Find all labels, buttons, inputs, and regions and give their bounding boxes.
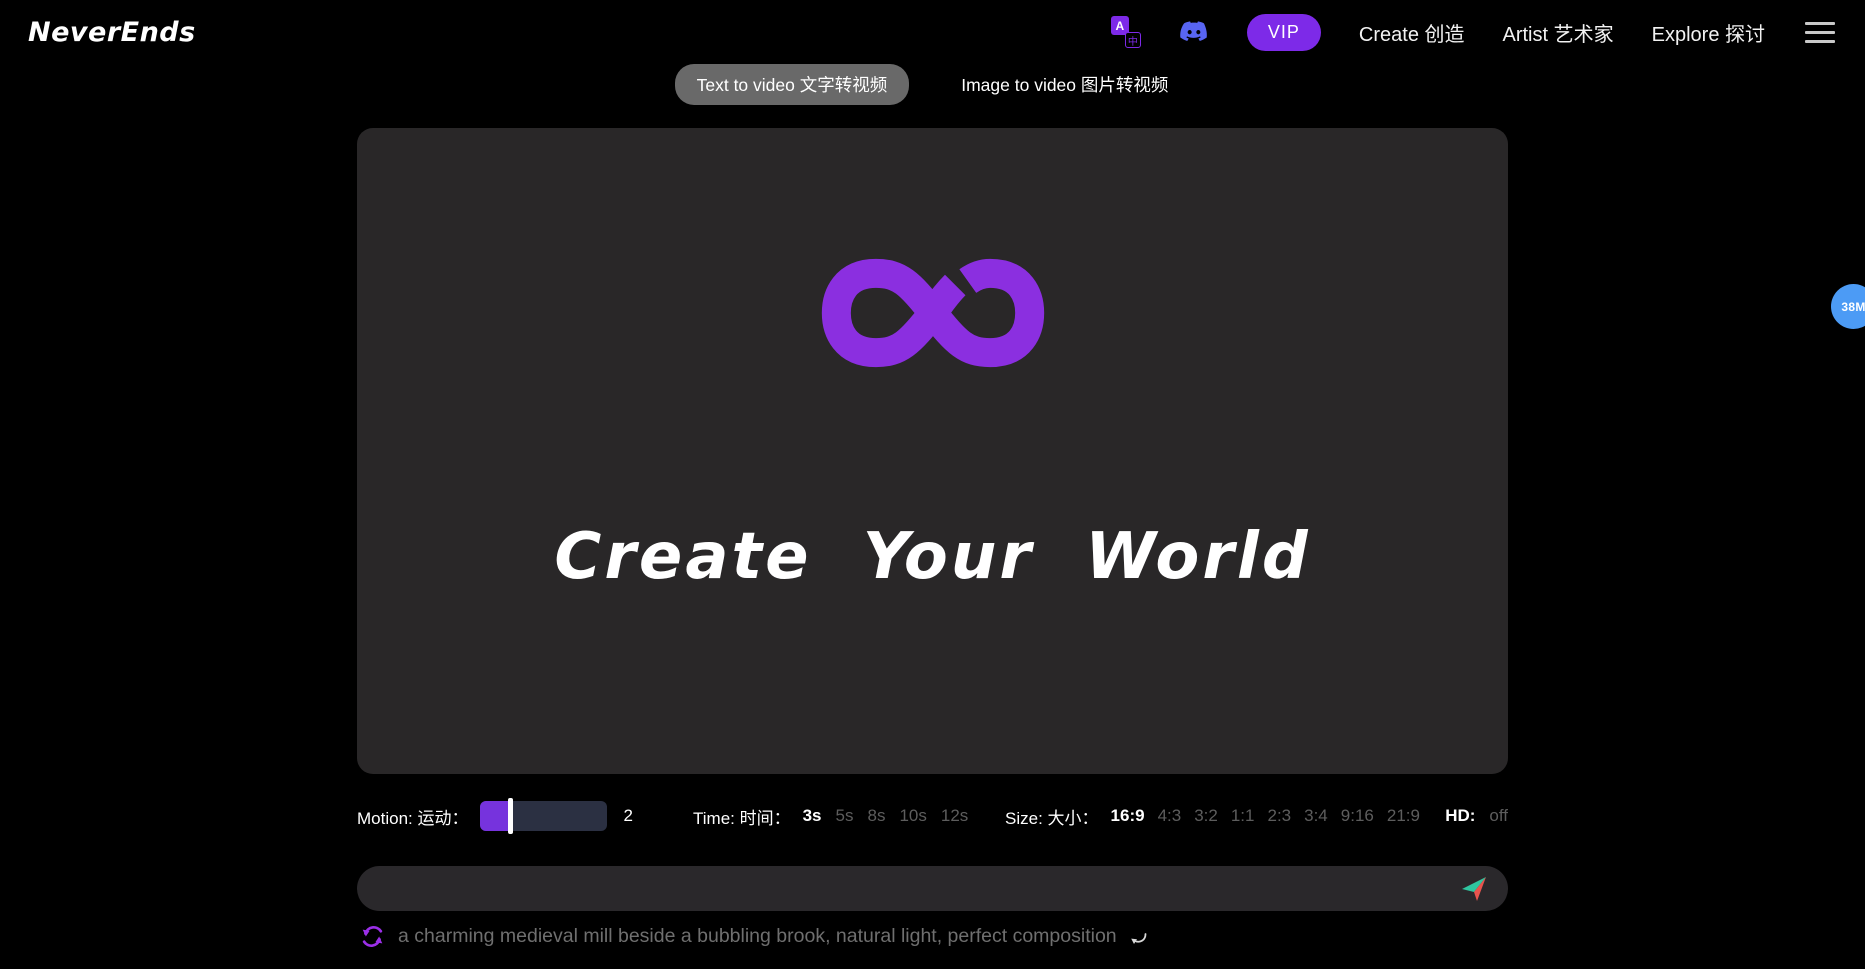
- prompt-bar: [357, 866, 1508, 911]
- size-label: Size: 大小：: [1005, 804, 1099, 829]
- motion-slider-fill: [480, 801, 510, 831]
- size-options: 16:9 4:3 3:2 1:1 2:3 3:4 9:16 21:9: [1111, 806, 1420, 826]
- nav-item-explore[interactable]: Explore 探讨: [1652, 18, 1765, 47]
- send-button[interactable]: [1456, 871, 1492, 907]
- discord-icon-glyph: [1179, 20, 1209, 44]
- time-option-12s[interactable]: 12s: [941, 806, 968, 826]
- nav-item-create[interactable]: Create 创造: [1359, 18, 1465, 47]
- size-option-2-3[interactable]: 2:3: [1267, 806, 1291, 826]
- infinity-icon: [817, 250, 1049, 381]
- prompt-suggestion-row: a charming medieval mill beside a bubbli…: [360, 919, 1148, 953]
- motion-value: 2: [623, 806, 632, 826]
- size-option-9-16[interactable]: 9:16: [1341, 806, 1374, 826]
- time-options: 3s 5s 8s 10s 12s: [803, 806, 969, 826]
- vip-button[interactable]: VIP: [1247, 14, 1321, 51]
- size-option-3-4[interactable]: 3:4: [1304, 806, 1328, 826]
- discord-icon[interactable]: [1179, 20, 1209, 44]
- nav-group: A 中 VIP Create 创造 Artist 艺术家 Explore 探讨: [1111, 14, 1837, 51]
- size-option-21-9[interactable]: 21:9: [1387, 806, 1420, 826]
- hd-toggle[interactable]: off: [1489, 806, 1508, 826]
- size-option-1-1[interactable]: 1:1: [1231, 806, 1255, 826]
- paper-plane-icon: [1458, 873, 1490, 905]
- time-option-5s[interactable]: 5s: [836, 806, 854, 826]
- brand-logo[interactable]: NeverEnds: [28, 17, 196, 48]
- top-nav: NeverEnds A 中 VIP Create 创造 Artist 艺术家 E…: [0, 0, 1865, 64]
- size-option-3-2[interactable]: 3:2: [1194, 806, 1218, 826]
- generation-controls: Motion: 运动： 2 Time: 时间： 3s 5s 8s 10s 12s…: [357, 799, 1508, 833]
- translate-icon[interactable]: A 中: [1111, 16, 1141, 48]
- time-option-10s[interactable]: 10s: [899, 806, 926, 826]
- curved-arrow-icon: [1130, 933, 1148, 946]
- tab-image-to-video[interactable]: Image to video 图片转视频: [939, 64, 1190, 105]
- motion-slider-thumb[interactable]: [508, 798, 513, 834]
- time-option-8s[interactable]: 8s: [867, 806, 885, 826]
- size-option-16-9[interactable]: 16:9: [1111, 806, 1145, 826]
- size-option-4-3[interactable]: 4:3: [1158, 806, 1182, 826]
- motion-control: Motion: 运动： 2: [357, 799, 633, 833]
- size-control: Size: 大小： 16:9 4:3 3:2 1:1 2:3 3:4 9:16 …: [1005, 799, 1420, 833]
- time-control: Time: 时间： 3s 5s 8s 10s 12s: [693, 799, 968, 833]
- time-label: Time: 时间：: [693, 804, 791, 829]
- motion-label: Motion: 运动：: [357, 804, 468, 829]
- motion-slider[interactable]: [480, 801, 607, 831]
- translate-cjk-letter: 中: [1125, 32, 1141, 48]
- video-preview-canvas: Create Your World: [357, 128, 1508, 774]
- nav-item-artist[interactable]: Artist 艺术家: [1503, 18, 1614, 47]
- time-option-3s[interactable]: 3s: [803, 806, 822, 826]
- member-count-badge[interactable]: 38M: [1831, 284, 1865, 329]
- canvas-slogan: Create Your World: [357, 520, 1508, 594]
- prompt-suggestion-text[interactable]: a charming medieval mill beside a bubbli…: [398, 925, 1117, 948]
- hd-label: HD:: [1445, 806, 1475, 826]
- refresh-icon[interactable]: [360, 924, 385, 949]
- hd-control: HD: off: [1445, 799, 1508, 833]
- prompt-input[interactable]: [379, 866, 1456, 911]
- hamburger-menu-icon[interactable]: [1803, 18, 1837, 47]
- tab-text-to-video[interactable]: Text to video 文字转视频: [675, 64, 910, 105]
- mode-tabs: Text to video 文字转视频 Image to video 图片转视频: [357, 64, 1508, 104]
- translate-icon-glyph: A 中: [1111, 16, 1141, 48]
